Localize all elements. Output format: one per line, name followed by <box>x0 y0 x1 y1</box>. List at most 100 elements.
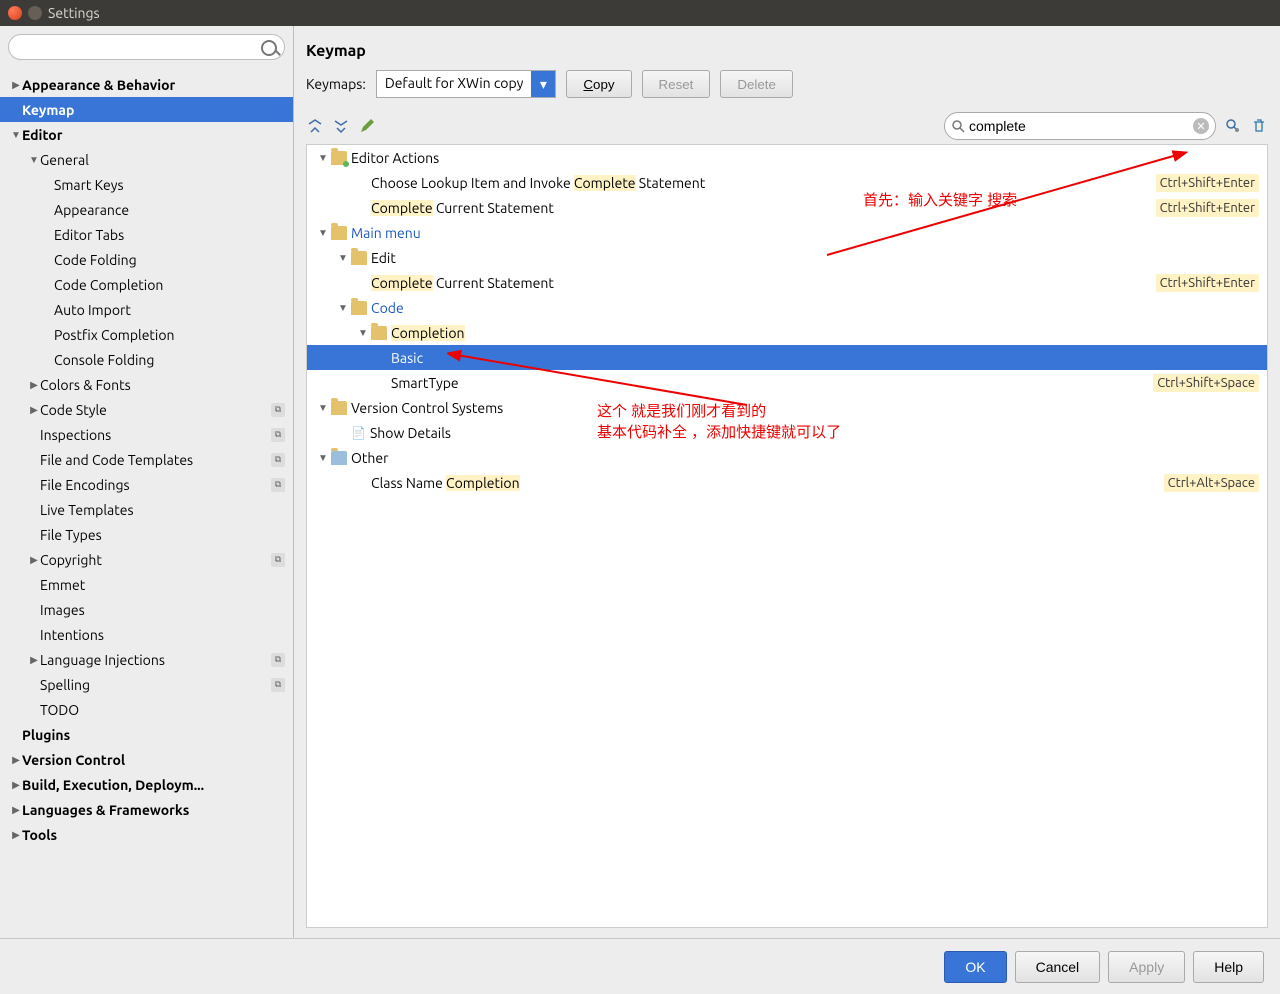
sidebar-item-label: TODO <box>40 702 289 718</box>
keymap-row[interactable]: ▼ Edit <box>307 245 1267 270</box>
collapse-all-icon[interactable] <box>332 117 350 135</box>
sidebar-item[interactable]: TODO <box>0 697 293 722</box>
sidebar-item[interactable]: Keymap <box>0 97 293 122</box>
sidebar-item-label: Postfix Completion <box>54 327 289 343</box>
sidebar-item-label: Build, Execution, Deploym... <box>22 777 289 793</box>
sidebar-item[interactable]: Appearance <box>0 197 293 222</box>
sidebar-item[interactable]: Spelling⧉ <box>0 672 293 697</box>
sidebar-item[interactable]: Inspections⧉ <box>0 422 293 447</box>
expand-all-icon[interactable] <box>306 117 324 135</box>
clear-icon[interactable]: ✕ <box>1193 118 1209 134</box>
sidebar-item-label: File and Code Templates <box>40 452 271 468</box>
sidebar-search-input[interactable] <box>8 34 285 60</box>
row-label: Code <box>371 300 1259 316</box>
keymap-row[interactable]: ▼ Version Control Systems <box>307 395 1267 420</box>
sidebar-item-label: Code Folding <box>54 252 289 268</box>
sidebar-item-label: Images <box>40 602 289 618</box>
find-by-shortcut-icon[interactable] <box>1224 117 1242 135</box>
sidebar-item-label: Auto Import <box>54 302 289 318</box>
keymaps-dropdown[interactable]: Default for XWin copy ▾ <box>376 70 557 98</box>
keymap-row[interactable]: ▼Other <box>307 445 1267 470</box>
edit-icon[interactable] <box>358 117 376 135</box>
sidebar-item[interactable]: Smart Keys <box>0 172 293 197</box>
expand-arrow-icon: ▼ <box>315 452 331 464</box>
chevron-down-icon[interactable]: ▾ <box>531 71 555 97</box>
action-search-input[interactable] <box>965 118 1193 134</box>
sidebar-item-label: Live Templates <box>40 502 289 518</box>
sidebar-item[interactable]: File and Code Templates⧉ <box>0 447 293 472</box>
sidebar-item[interactable]: Emmet <box>0 572 293 597</box>
sidebar-item[interactable]: Auto Import <box>0 297 293 322</box>
close-icon[interactable] <box>8 6 22 20</box>
ok-button[interactable]: OK <box>944 951 1006 983</box>
shortcut-badge: Ctrl+Shift+Space <box>1153 374 1259 392</box>
keymap-row[interactable]: SmartTypeCtrl+Shift+Space <box>307 370 1267 395</box>
expand-arrow-icon: ▼ <box>335 252 351 264</box>
sidebar-item[interactable]: ▶Languages & Frameworks <box>0 797 293 822</box>
sidebar-item[interactable]: Editor Tabs <box>0 222 293 247</box>
sidebar-item[interactable]: Images <box>0 597 293 622</box>
sidebar-item[interactable]: ▶Tools <box>0 822 293 847</box>
keymap-row[interactable]: ▼Main menu <box>307 220 1267 245</box>
minimize-icon[interactable] <box>28 6 42 20</box>
sidebar-item[interactable]: ▶Code Style⧉ <box>0 397 293 422</box>
settings-tree[interactable]: ▶Appearance & BehaviorKeymap▼Editor▼Gene… <box>0 68 293 938</box>
keymap-row[interactable]: ▼ Code <box>307 295 1267 320</box>
sidebar-item[interactable]: ▶Copyright⧉ <box>0 547 293 572</box>
expand-arrow-icon: ▼ <box>315 227 331 239</box>
keymap-row[interactable]: Basic <box>307 345 1267 370</box>
sidebar-item[interactable]: File Types <box>0 522 293 547</box>
expand-arrow-icon: ▼ <box>28 154 40 166</box>
cancel-button[interactable]: Cancel <box>1015 951 1101 983</box>
sidebar-item[interactable]: Intentions <box>0 622 293 647</box>
keymap-row[interactable]: Choose Lookup Item and Invoke Complete S… <box>307 170 1267 195</box>
sidebar-item[interactable]: ▶Language Injections⧉ <box>0 647 293 672</box>
scope-tag-icon: ⧉ <box>271 428 285 442</box>
expand-arrow-icon: ▼ <box>335 302 351 314</box>
window-title: Settings <box>48 5 100 21</box>
trash-icon[interactable] <box>1250 117 1268 135</box>
sidebar-item[interactable]: ▶Colors & Fonts <box>0 372 293 397</box>
keymap-row[interactable]: 📄Show Details <box>307 420 1267 445</box>
sidebar-search <box>0 26 293 68</box>
sidebar-item[interactable]: ▼Editor <box>0 122 293 147</box>
main-panel: Keymap Keymaps: Default for XWin copy ▾ … <box>294 26 1280 938</box>
folder-icon <box>351 301 367 315</box>
expand-arrow-icon: ▶ <box>10 754 22 766</box>
keymap-row[interactable]: Complete Current StatementCtrl+Shift+Ent… <box>307 195 1267 220</box>
sidebar-item[interactable]: Console Folding <box>0 347 293 372</box>
expand-arrow-icon: ▼ <box>315 402 331 414</box>
sidebar-item-label: Emmet <box>40 577 289 593</box>
sidebar-item[interactable]: ▶Build, Execution, Deploym... <box>0 772 293 797</box>
row-label: Complete Current Statement <box>371 275 1156 291</box>
apply-button: Apply <box>1108 951 1185 983</box>
sidebar-item-label: Version Control <box>22 752 289 768</box>
sidebar-item[interactable]: ▼General <box>0 147 293 172</box>
sidebar-item[interactable]: Code Completion <box>0 272 293 297</box>
sidebar-item[interactable]: Postfix Completion <box>0 322 293 347</box>
row-label: Edit <box>371 250 1259 266</box>
row-label: Version Control Systems <box>351 400 1259 416</box>
keymap-row[interactable]: ▼Completion <box>307 320 1267 345</box>
keymap-tree[interactable]: 首先：输入关键字 搜索 这个 就是我们刚才看到的 基本代码补全 ，添加快捷键就可… <box>306 144 1268 928</box>
sidebar-item[interactable]: Plugins <box>0 722 293 747</box>
keymap-row[interactable]: Class Name CompletionCtrl+Alt+Space <box>307 470 1267 495</box>
sidebar-item[interactable]: File Encodings⧉ <box>0 472 293 497</box>
keymap-row[interactable]: Complete Current StatementCtrl+Shift+Ent… <box>307 270 1267 295</box>
copy-button[interactable]: Copy <box>566 70 631 98</box>
expand-arrow-icon: ▶ <box>10 779 22 791</box>
sidebar-item[interactable]: Live Templates <box>0 497 293 522</box>
sidebar-item[interactable]: ▶Version Control <box>0 747 293 772</box>
action-toolbar: ✕ <box>306 108 1268 144</box>
sidebar-item-label: Appearance <box>54 202 289 218</box>
sidebar-item-label: Code Style <box>40 402 271 418</box>
sidebar-item-label: File Encodings <box>40 477 271 493</box>
expand-arrow-icon: ▶ <box>28 404 40 416</box>
sidebar-item-label: Spelling <box>40 677 271 693</box>
sidebar-item[interactable]: Code Folding <box>0 247 293 272</box>
sidebar-item[interactable]: ▶Appearance & Behavior <box>0 72 293 97</box>
help-button[interactable]: Help <box>1193 951 1264 983</box>
keymap-row[interactable]: ▼Editor Actions <box>307 145 1267 170</box>
expand-arrow-icon: ▶ <box>10 804 22 816</box>
panel-title: Keymap <box>306 38 1268 70</box>
